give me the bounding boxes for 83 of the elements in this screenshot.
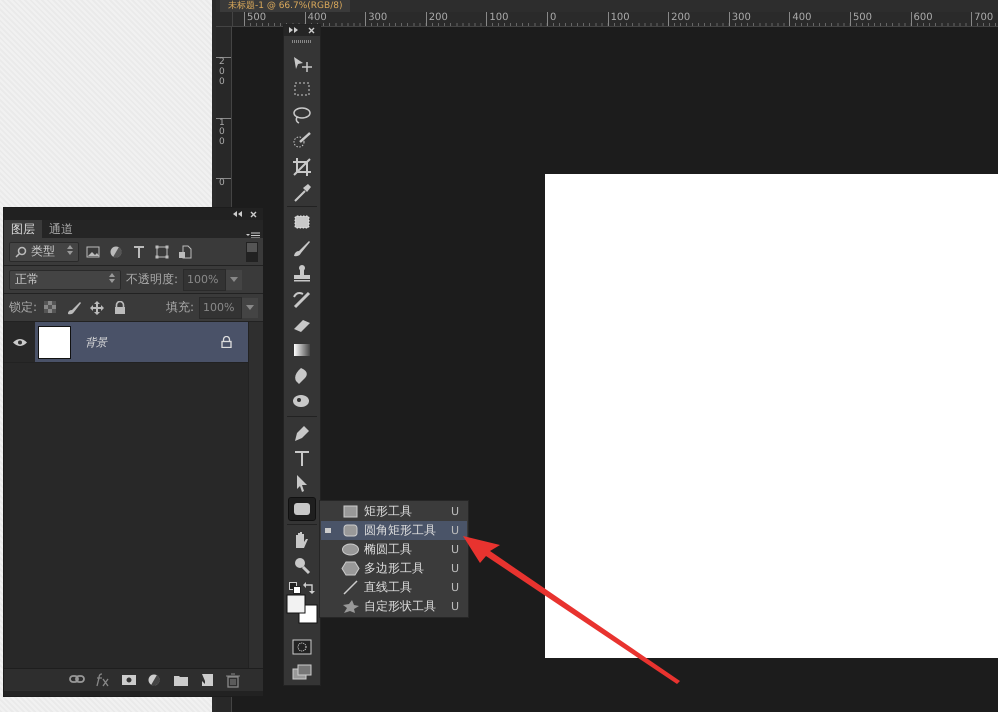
menu-item-label: 椭圆工具	[364, 541, 413, 558]
layer-row[interactable]: 背景	[35, 322, 248, 362]
scrollbar[interactable]	[248, 322, 263, 668]
ruler-label: 400	[789, 12, 850, 26]
hexagon-icon	[341, 561, 360, 576]
menu-item-label: 圆角矩形工具	[364, 522, 437, 539]
fill-label: 填充:	[166, 299, 194, 316]
rectangle-icon	[341, 504, 360, 519]
default-colors-icon[interactable]	[289, 582, 301, 594]
ellipse-icon	[341, 542, 360, 557]
fx-icon[interactable]	[95, 672, 111, 688]
layer-thumbnail	[38, 326, 71, 358]
shape-filter-icon[interactable]	[155, 244, 169, 258]
menu-item[interactable]: 圆角矩形工具 U	[321, 521, 467, 540]
crop-icon	[291, 156, 313, 176]
close-icon[interactable]	[250, 210, 257, 218]
ruler-label: 100	[218, 118, 226, 148]
menu-item[interactable]: 矩形工具 U	[321, 502, 467, 521]
ruler-label: 300	[365, 12, 426, 26]
close-icon[interactable]	[308, 26, 315, 34]
search-icon	[15, 246, 27, 258]
color-swatches[interactable]	[286, 594, 318, 624]
menu-item-label: 多边形工具	[364, 560, 425, 577]
layer-name: 背景	[85, 334, 109, 350]
menu-item[interactable]: 自定形状工具 U	[321, 597, 467, 616]
dropdown-arrow-icon[interactable]	[246, 305, 254, 310]
type-filter-icon[interactable]	[132, 244, 146, 258]
menu-item[interactable]: 直线工具 U	[321, 578, 467, 597]
shortcut-key: U	[450, 581, 459, 594]
drag-handle[interactable]	[292, 40, 312, 43]
opacity-label: 不透明度:	[126, 271, 178, 288]
panel-tab[interactable]: 通道	[42, 220, 80, 238]
stamp-icon	[291, 263, 313, 284]
document-tab[interactable]: 未标题-1 @ 66.7%(RGB/8)	[220, 0, 350, 12]
selected-bullet-icon	[325, 528, 331, 533]
layer-mask-icon[interactable]	[121, 672, 137, 688]
fill-field[interactable]: 100%	[199, 296, 242, 318]
lock-label: 锁定:	[9, 299, 38, 316]
lasso-icon	[291, 104, 313, 125]
opacity-field[interactable]: 100%	[183, 268, 226, 290]
trash-icon[interactable]	[225, 672, 241, 688]
drag-handle[interactable]	[4, 691, 263, 696]
ruler-label: 300	[728, 12, 790, 26]
up-down-arrows-icon	[109, 273, 115, 283]
brush-icon[interactable]	[67, 300, 82, 314]
move-arrows-icon[interactable]	[90, 300, 104, 314]
ruler-label: 200	[426, 12, 486, 26]
menu-item[interactable]: 多边形工具 U	[321, 559, 467, 578]
shortcut-key: U	[450, 524, 459, 537]
smart-object-filter-icon[interactable]	[178, 244, 192, 258]
panel-menu-icon[interactable]	[246, 232, 260, 240]
history-brush-icon	[291, 289, 313, 310]
up-down-arrows-icon	[67, 245, 73, 255]
menu-item-label: 直线工具	[364, 579, 413, 596]
lock-icon[interactable]	[113, 300, 128, 314]
quick-select-brush-icon	[291, 130, 313, 150]
ruler-label: 100	[486, 12, 547, 26]
dropdown-arrow-icon[interactable]	[230, 277, 238, 282]
ruler-label: 700	[971, 12, 998, 26]
new-layer-icon[interactable]	[199, 672, 215, 688]
shortcut-key: U	[450, 505, 459, 518]
filter-dropdown[interactable]: 类型	[9, 242, 79, 262]
adjustment-filter-icon[interactable]	[109, 244, 123, 258]
shortcut-key: U	[450, 543, 459, 556]
swap-colors-icon[interactable]	[303, 582, 315, 594]
rounded-rectangle-icon	[341, 523, 360, 538]
panel-tab[interactable]: 图层	[4, 220, 42, 238]
collapse-icon[interactable]	[233, 211, 242, 217]
shortcut-key: U	[450, 562, 459, 575]
tool-button[interactable]	[288, 497, 316, 521]
blend-mode-dropdown[interactable]: 正常	[9, 270, 121, 290]
ruler-label: 200	[218, 58, 226, 88]
line-icon	[341, 580, 360, 595]
filter-toggle[interactable]	[246, 242, 258, 262]
menu-item[interactable]: 椭圆工具 U	[321, 540, 467, 559]
menu-item-label: 自定形状工具	[364, 598, 437, 615]
eye-icon[interactable]	[12, 338, 26, 346]
menu-item-label: 矩形工具	[364, 503, 413, 520]
shortcut-key: U	[450, 600, 459, 613]
checkerboard-icon[interactable]	[44, 300, 58, 314]
image-filter-icon[interactable]	[86, 244, 100, 258]
ruler-label: 200	[668, 12, 729, 26]
ruler-label: 0	[218, 179, 226, 190]
